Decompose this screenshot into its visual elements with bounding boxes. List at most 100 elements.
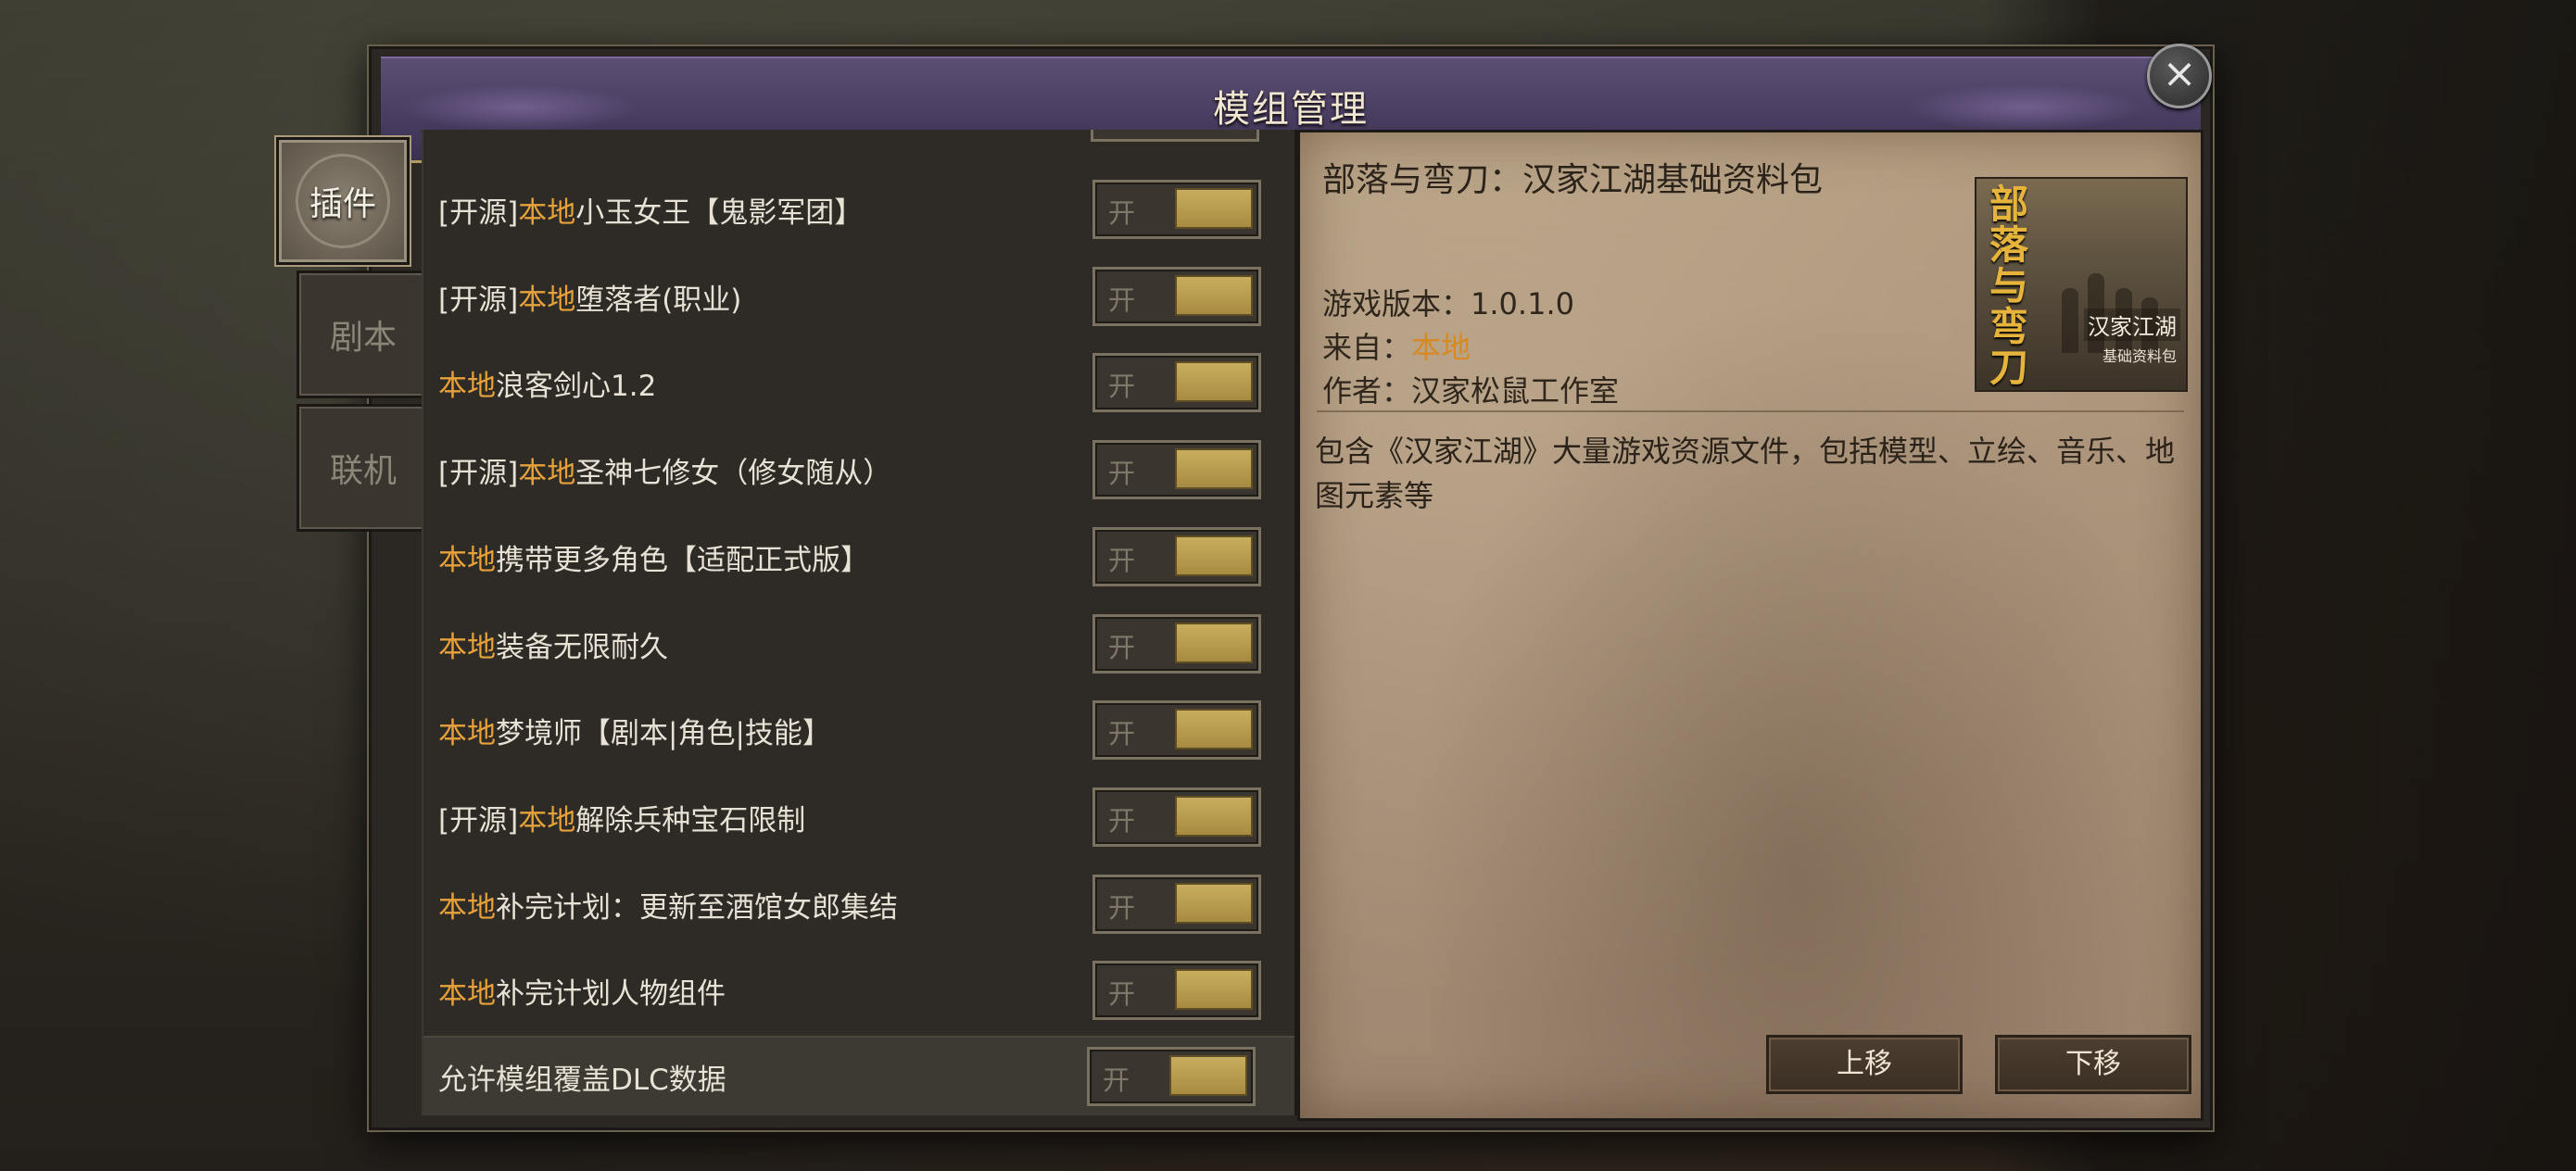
tab-plugins-label: 插件 (309, 185, 376, 223)
toggle-state: 开 (1108, 371, 1136, 402)
list-item[interactable]: 本地携带更多角色【适配正式版】 开 (423, 514, 1294, 600)
close-icon[interactable]: × (2147, 44, 2212, 108)
mod-label: 本地补完计划人物组件 (438, 970, 726, 1012)
dlc-override-toggle[interactable]: 开 (1087, 1047, 1256, 1106)
mod-tag: 本地 (518, 804, 576, 837)
mod-source-value: 本地 (1411, 330, 1471, 365)
mod-author-value: 汉家松鼠工作室 (1411, 373, 1620, 409)
mod-tag: 本地 (438, 370, 496, 403)
list-item[interactable]: 本地浪客剑心1.2 开 (423, 340, 1294, 426)
mod-label: 本地梦境师【剧本|角色|技能】 (438, 710, 831, 751)
list-item[interactable]: [开源]本地圣神七修女（修女随从） 开 (423, 427, 1294, 513)
mod-label: [开源]本地小玉女王【鬼影军团】 (438, 189, 863, 231)
mod-prefix: [开源] (438, 283, 519, 317)
mod-name: 浪客剑心1.2 (496, 370, 657, 403)
toggle-state: 开 (1108, 545, 1136, 576)
toggle-state: 开 (1108, 197, 1136, 229)
game-version-value: 1.0.1.0 (1471, 286, 1574, 321)
mod-label: 本地浪客剑心1.2 (438, 362, 656, 404)
mod-tag: 本地 (438, 544, 496, 577)
toggle-knob (1175, 448, 1253, 489)
mod-name: 携带更多角色【适配正式版】 (496, 544, 869, 577)
toggle-knob (1175, 361, 1253, 402)
mod-name: 圣神七修女（修女随从） (575, 457, 892, 490)
toggle-state: 开 (1108, 458, 1136, 489)
mod-description: 包含《汉家江湖》大量游戏资源文件，包括模型、立绘、音乐、地图元素等 (1315, 434, 2176, 513)
mod-name: 装备无限耐久 (496, 631, 668, 664)
toggle-state: 开 (1108, 892, 1136, 924)
tab-scripts-label: 剧本 (329, 319, 397, 357)
toggle-state: 开 (1103, 1064, 1130, 1096)
dialog-title: 模组管理 (1213, 88, 1369, 131)
toggle-state: 开 (1108, 284, 1136, 316)
mod-prefix: [开源] (438, 804, 519, 837)
move-up-button[interactable]: 上移 (1766, 1035, 1963, 1094)
mod-label: 本地装备无限耐久 (438, 623, 668, 665)
list-item[interactable]: 本地补完计划：更新至酒馆女郎集结 开 (423, 862, 1294, 948)
list-item[interactable]: [开源]本地解除兵种宝石限制 开 (423, 774, 1294, 861)
mod-label: [开源]本地堕落者(职业) (438, 276, 741, 318)
divider (1317, 410, 2184, 412)
tab-scripts[interactable]: 剧本 (297, 271, 430, 398)
mod-toggle[interactable]: 开 (1092, 353, 1261, 412)
mod-toggle[interactable]: 开 (1092, 787, 1261, 847)
dlc-override-label: 允许模组覆盖DLC数据 (438, 1063, 726, 1097)
mod-name: 小玉女王【鬼影军团】 (575, 196, 864, 230)
mod-toggle[interactable]: 开 (1092, 614, 1261, 674)
mod-tag: 本地 (438, 631, 496, 664)
mod-name: 解除兵种宝石限制 (575, 804, 806, 837)
tab-multiplayer[interactable]: 联机 (297, 404, 430, 532)
mod-tag: 本地 (438, 891, 496, 925)
cover-caption: 基础资料包 (2102, 347, 2177, 365)
cover-title: 部落与弯刀 (1989, 182, 2029, 390)
mod-name: 补完计划：更新至酒馆女郎集结 (496, 891, 898, 925)
mod-name: 补完计划人物组件 (496, 977, 726, 1011)
mod-prefix: [开源] (438, 457, 519, 490)
mod-toggle[interactable]: 开 (1092, 961, 1261, 1020)
partial-toggle (1091, 130, 1259, 142)
mod-toggle[interactable]: 开 (1092, 440, 1261, 499)
mod-tag: 本地 (518, 196, 576, 230)
tab-plugins[interactable]: 插件 (276, 137, 410, 265)
toggle-state: 开 (1108, 978, 1136, 1010)
mod-tag: 本地 (518, 457, 576, 490)
mod-list[interactable]: [开源]本地小玉女王【鬼影军团】 开 [开源]本地堕落者(职业) 开 本地浪客剑… (422, 130, 1297, 1115)
game-version: 游戏版本：1.0.1.0 (1322, 281, 1574, 323)
mod-author-label: 作者： (1322, 373, 1412, 409)
mod-toggle[interactable]: 开 (1092, 527, 1261, 586)
list-item[interactable]: 本地装备无限耐久 开 (423, 601, 1294, 687)
mod-source: 来自：本地 (1322, 324, 1471, 367)
list-item[interactable]: [开源]本地小玉女王【鬼影军团】 开 (423, 167, 1294, 253)
toggle-state: 开 (1108, 805, 1136, 837)
list-item[interactable]: 本地梦境师【剧本|角色|技能】 开 (423, 687, 1294, 774)
mod-label: 本地补完计划：更新至酒馆女郎集结 (438, 884, 898, 925)
toggle-state: 开 (1108, 718, 1136, 749)
tab-multiplayer-label: 联机 (329, 452, 397, 490)
toggle-knob (1175, 188, 1253, 229)
game-version-label: 游戏版本： (1322, 286, 1471, 321)
list-item[interactable]: 本地补完计划人物组件 开 (423, 948, 1294, 1034)
mod-tag: 本地 (518, 283, 576, 317)
mod-title: 部落与弯刀：汉家江湖基础资料包 (1322, 161, 1824, 199)
mod-toggle[interactable]: 开 (1092, 267, 1261, 326)
mod-tag: 本地 (438, 977, 496, 1011)
toggle-knob (1175, 969, 1253, 1010)
mod-prefix: [开源] (438, 196, 519, 230)
mod-detail-panel: 部落与弯刀：汉家江湖基础资料包 部落与弯刀 汉家江湖 基础资料包 游戏版本：1.… (1297, 130, 2203, 1121)
list-item[interactable]: [开源]本地堕落者(职业) 开 (423, 254, 1294, 340)
dlc-override-row[interactable]: 允许模组覆盖DLC数据 开 (423, 1036, 1294, 1115)
mod-toggle[interactable]: 开 (1092, 875, 1261, 934)
toggle-knob (1175, 796, 1253, 837)
toggle-knob (1175, 275, 1253, 316)
mod-toggle[interactable]: 开 (1092, 700, 1261, 760)
mod-toggle[interactable]: 开 (1092, 180, 1261, 239)
mod-label: 本地携带更多角色【适配正式版】 (438, 536, 869, 578)
move-down-button[interactable]: 下移 (1995, 1035, 2191, 1094)
mod-label: [开源]本地解除兵种宝石限制 (438, 797, 805, 838)
cover-figure (2062, 288, 2078, 353)
cover-subtitle: 汉家江湖 (2084, 308, 2180, 341)
mod-tag: 本地 (438, 717, 496, 750)
mod-cover-image: 部落与弯刀 汉家江湖 基础资料包 (1975, 177, 2188, 392)
toggle-knob (1175, 535, 1253, 576)
mod-label: [开源]本地圣神七修女（修女随从） (438, 449, 891, 491)
